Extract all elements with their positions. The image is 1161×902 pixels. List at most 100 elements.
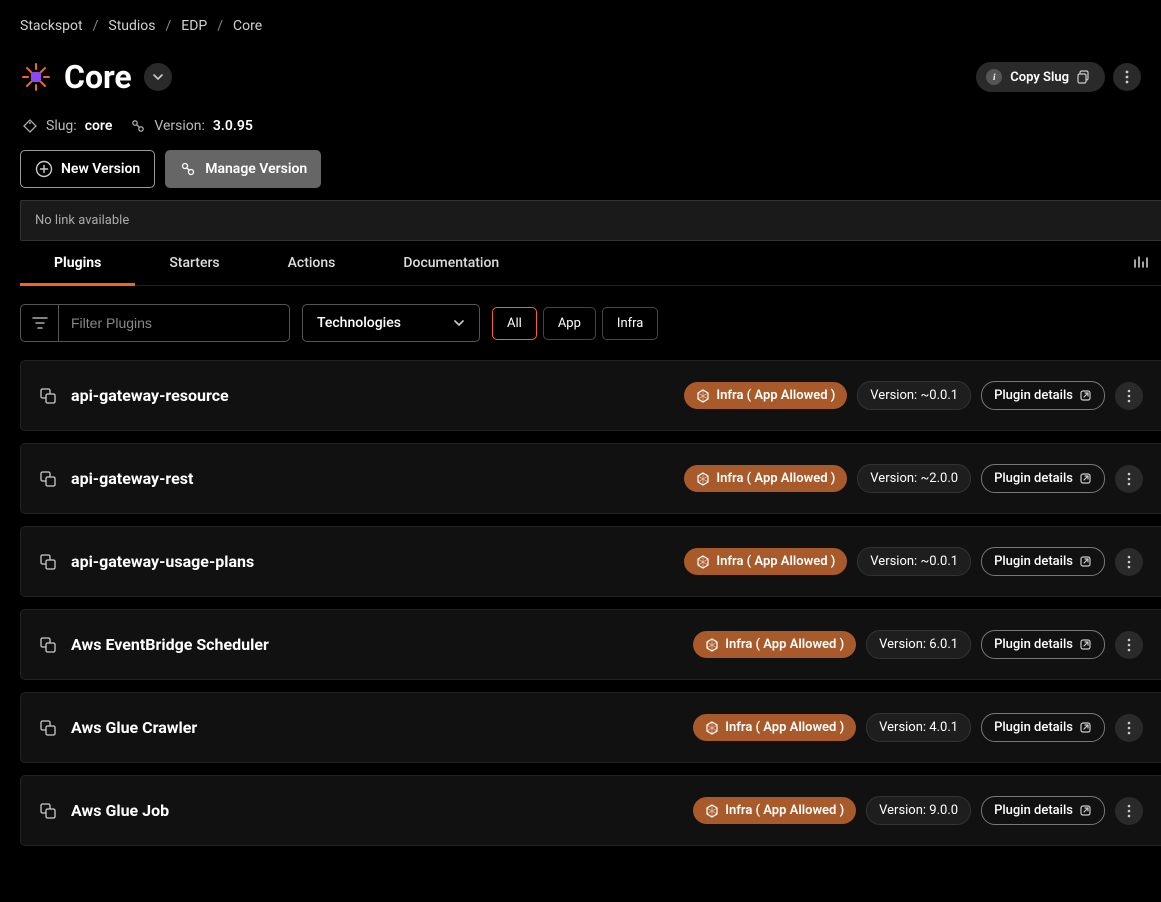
plus-circle-icon [35,160,53,178]
plugin-name: Aws Glue Job [71,801,169,820]
tab-plugins[interactable]: Plugins [20,241,135,285]
infra-icon [696,389,710,403]
plugin-icon [39,387,57,405]
version-label: Version: [154,118,205,134]
copy-icon [1077,70,1091,84]
external-link-icon [1079,555,1092,568]
plugin-details-button[interactable]: Plugin details [981,464,1105,493]
tab-actions[interactable]: Actions [254,241,370,285]
slug-label: Slug: [46,118,77,134]
infra-badge: Infra ( App Allowed ) [684,548,847,575]
infra-badge: Infra ( App Allowed ) [693,631,856,658]
technologies-label: Technologies [317,315,401,331]
manage-version-label: Manage Version [205,161,307,177]
plugin-name: Aws Glue Crawler [71,718,197,737]
tab-documentation[interactable]: Documentation [369,241,533,285]
plugin-more-button[interactable] [1115,382,1143,410]
chip-app[interactable]: App [543,307,596,340]
filter-icon[interactable] [21,305,59,341]
infra-badge: Infra ( App Allowed ) [693,797,856,824]
plugin-details-button[interactable]: Plugin details [981,547,1105,576]
external-link-icon [1079,638,1092,651]
chevron-down-icon [152,71,164,83]
technologies-select[interactable]: Technologies [302,304,480,342]
more-vertical-icon [1125,70,1129,84]
tag-icon [22,118,38,134]
plugin-details-button[interactable]: Plugin details [981,713,1105,742]
breadcrumb-item[interactable]: Core [233,18,262,34]
breadcrumb-item[interactable]: Studios [108,18,155,34]
plugin-details-button[interactable]: Plugin details [981,630,1105,659]
plugin-icon [39,719,57,737]
infra-icon [705,804,719,818]
core-logo-icon [20,61,52,93]
new-version-button[interactable]: New Version [20,150,155,188]
infra-badge: Infra ( App Allowed ) [684,465,847,492]
chip-all[interactable]: All [492,307,537,340]
more-vertical-icon [1127,472,1131,486]
copy-slug-label: Copy Slug [1010,70,1069,85]
manage-icon [179,160,197,178]
version-pill: Version: ~0.0.1 [857,547,971,576]
filter-plugins-input[interactable] [59,305,289,341]
infra-icon [696,472,710,486]
plugin-row: Aws EventBridge Scheduler Infra ( App Al… [20,609,1161,680]
plugin-more-button[interactable] [1115,797,1143,825]
plugin-row: api-gateway-resource Infra ( App Allowed… [20,360,1161,431]
chip-infra[interactable]: Infra [602,307,658,340]
external-link-icon [1079,472,1092,485]
plugin-details-button[interactable]: Plugin details [981,381,1105,410]
more-vertical-icon [1127,721,1131,735]
external-link-icon [1079,389,1092,402]
version-pill: Version: 9.0.0 [866,796,971,825]
plugin-icon [39,553,57,571]
more-vertical-icon [1127,638,1131,652]
plugin-icon [39,470,57,488]
info-icon: i [986,69,1002,85]
breadcrumb-item[interactable]: Stackspot [20,18,83,34]
version-pill: Version: ~0.0.1 [857,381,971,410]
breadcrumb-item[interactable]: EDP [181,18,207,34]
slug-value: core [85,118,113,134]
more-vertical-icon [1127,555,1131,569]
plugin-more-button[interactable] [1115,465,1143,493]
plugin-row: Aws Glue Crawler Infra ( App Allowed ) V… [20,692,1161,763]
version-value: 3.0.95 [213,118,253,134]
no-link-banner: No link available [20,200,1161,241]
plugin-name: api-gateway-resource [71,386,229,405]
plugin-icon [39,636,57,654]
plugin-row: api-gateway-usage-plans Infra ( App Allo… [20,526,1161,597]
infra-icon [696,555,710,569]
plugin-list: api-gateway-resource Infra ( App Allowed… [0,360,1161,846]
plugin-details-button[interactable]: Plugin details [981,796,1105,825]
plugin-row: Aws Glue Job Infra ( App Allowed ) Versi… [20,775,1161,846]
plugin-more-button[interactable] [1115,548,1143,576]
plugin-name: api-gateway-rest [71,469,193,488]
tabs: Plugins Starters Actions Documentation [20,241,533,285]
plugin-more-button[interactable] [1115,714,1143,742]
new-version-label: New Version [61,161,140,177]
version-pill: Version: 4.0.1 [866,713,971,742]
plugin-icon [39,802,57,820]
manage-version-button[interactable]: Manage Version [165,150,321,188]
more-vertical-icon [1127,804,1131,818]
breadcrumb: Stackspot/ Studios/ EDP/ Core [0,0,1161,52]
plugin-row: api-gateway-rest Infra ( App Allowed ) V… [20,443,1161,514]
external-link-icon [1079,804,1092,817]
version-pill: Version: ~2.0.0 [857,464,971,493]
plugin-more-button[interactable] [1115,631,1143,659]
infra-badge: Infra ( App Allowed ) [693,714,856,741]
copy-slug-button[interactable]: i Copy Slug [976,62,1105,92]
tab-starters[interactable]: Starters [135,241,253,285]
infra-badge: Infra ( App Allowed ) [684,382,847,409]
version-pill: Version: 6.0.1 [866,630,971,659]
plugin-name: api-gateway-usage-plans [71,552,254,571]
version-icon [130,118,146,134]
plugin-name: Aws EventBridge Scheduler [71,635,269,654]
infra-icon [705,638,719,652]
more-vertical-icon [1127,389,1131,403]
page-title: Core [64,58,132,96]
tabs-equalizer-icon[interactable] [1133,255,1151,271]
header-more-button[interactable] [1113,63,1141,91]
title-dropdown-button[interactable] [144,63,172,91]
